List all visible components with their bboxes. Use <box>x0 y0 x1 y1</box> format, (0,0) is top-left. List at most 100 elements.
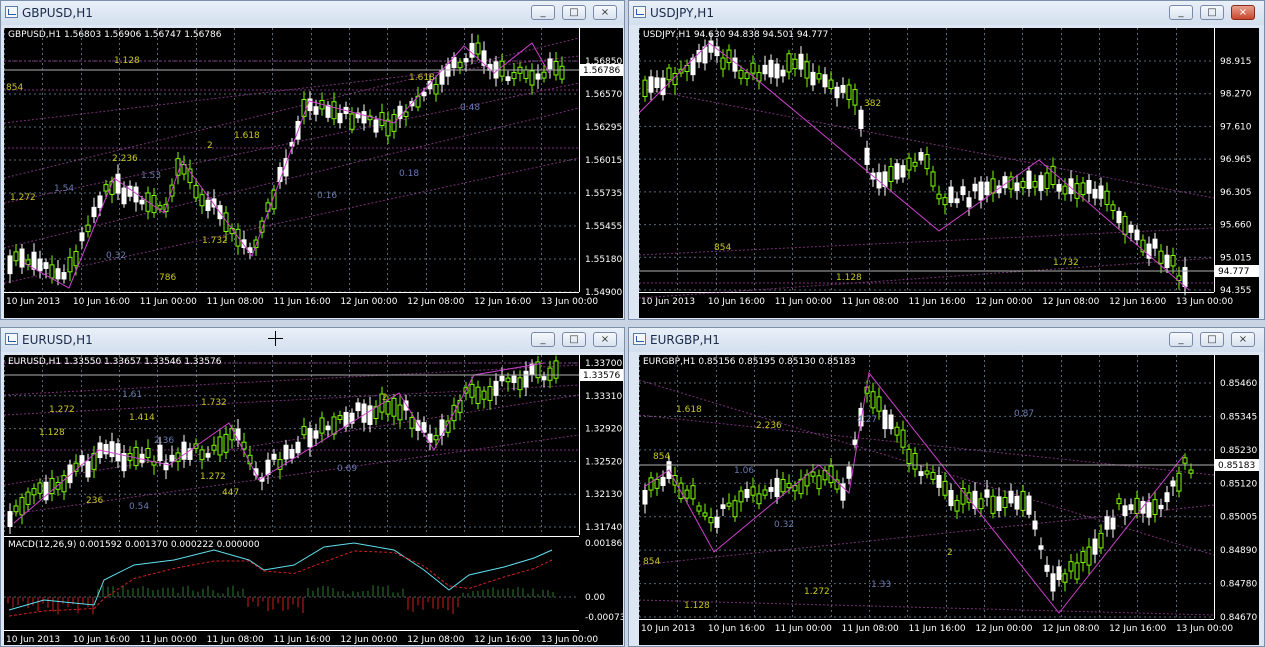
candle-body <box>541 376 547 381</box>
candle-body <box>1110 517 1116 530</box>
candle-body <box>726 49 732 64</box>
candle-body <box>894 426 900 436</box>
chart-area-gbpusd[interactable]: 1.56850 1.56570 1.56295 1.56015 1.55735 1.554… <box>4 28 623 318</box>
candle-body <box>61 475 67 493</box>
window-eurusd[interactable]: EURUSD,H1 _ □ × 1.33700 1.33310 1.32920 1.3… <box>0 327 625 647</box>
close-button[interactable]: × <box>1231 5 1255 20</box>
candle-body <box>936 474 942 488</box>
time-scale-label: 10 Jun 2013 <box>6 297 60 307</box>
candle-body <box>121 187 127 205</box>
candle-body <box>103 443 109 455</box>
time-scale-label: 11 Jun 16:00 <box>273 297 330 307</box>
candle-body <box>864 147 870 165</box>
candle-body <box>19 497 25 516</box>
current-price-label: 1.56786 <box>583 66 620 76</box>
crosshair-cursor-icon <box>268 331 283 346</box>
candle-body <box>559 65 565 80</box>
close-button[interactable]: × <box>593 332 617 347</box>
maximize-button[interactable]: □ <box>1200 332 1224 347</box>
candle-body <box>924 154 930 170</box>
maximize-button[interactable]: □ <box>562 5 586 20</box>
window-usdjpy[interactable]: USDJPY,H1 _ □ × 98.915 98.270 97.610 96.965… <box>628 0 1265 320</box>
candle-body <box>960 186 966 196</box>
candle-body <box>529 363 535 376</box>
price-scale-label: 1.32920 <box>585 425 622 435</box>
candle-body <box>355 402 361 412</box>
candle-body <box>349 113 355 130</box>
fibonacci-label: 854 <box>653 452 670 462</box>
close-button[interactable]: × <box>1231 332 1255 347</box>
minimize-button[interactable]: _ <box>1169 332 1193 347</box>
candle-body <box>714 516 720 528</box>
close-button[interactable]: × <box>593 5 617 20</box>
window-gbpusd[interactable]: GBPUSD,H1 _ □ × 1.56850 1.56570 1.56295 1.5… <box>0 0 625 320</box>
candle-body <box>499 375 505 382</box>
candle-body <box>954 198 960 204</box>
candle-body <box>13 251 19 262</box>
fibonacci-label: 1.128 <box>836 273 862 283</box>
candle-body <box>157 205 163 210</box>
time-scale-label: 13 Jun 00:00 <box>1176 297 1233 307</box>
candle-body <box>1026 170 1032 189</box>
macd-scale-label: 0.001863 <box>585 539 623 549</box>
candle-body <box>840 84 846 93</box>
candle-body <box>151 194 157 214</box>
chart-area-eurgbp[interactable]: 0.85460 0.85345 0.85230 0.85120 0.85005 0.848… <box>639 355 1259 645</box>
candle-body <box>325 104 331 118</box>
price-scale-label: 94.355 <box>1220 286 1252 296</box>
minimize-button[interactable]: _ <box>1169 5 1193 20</box>
fibonacci-label: 854 <box>643 557 660 567</box>
candle-body <box>894 163 900 180</box>
minimize-button[interactable]: _ <box>531 332 555 347</box>
titlebar-eurgbp[interactable]: EURGBP,H1 _ □ × <box>629 328 1264 352</box>
titlebar-gbpusd[interactable]: GBPUSD,H1 _ □ × <box>1 1 624 25</box>
candle-body <box>535 73 541 80</box>
candle-body <box>654 478 660 489</box>
candle-body <box>966 197 972 208</box>
candle-body <box>1170 480 1176 487</box>
candle-body <box>936 193 942 200</box>
candle-body <box>1032 181 1038 188</box>
candle-body <box>660 476 666 487</box>
candle-body <box>139 453 145 463</box>
fibonacci-label-secondary: 0.69 <box>337 464 357 474</box>
fibonacci-label: 1.272 <box>200 472 226 482</box>
candle-body <box>1170 255 1176 267</box>
candle-body <box>79 232 85 242</box>
titlebar-usdjpy[interactable]: USDJPY,H1 _ □ × <box>629 1 1264 25</box>
time-scale-label: 12 Jun 00:00 <box>975 624 1032 634</box>
candle-body <box>25 491 31 505</box>
candle-body <box>846 466 852 479</box>
candle-body <box>1062 573 1068 583</box>
fibonacci-label: 1.732 <box>202 236 228 246</box>
chart-area-usdjpy[interactable]: 98.915 98.270 97.610 96.965 96.305 95.660 95.0… <box>639 28 1259 318</box>
maximize-button[interactable]: □ <box>1200 5 1224 20</box>
window-eurgbp[interactable]: EURGBP,H1 _ □ × 0.85460 0.85345 0.85230 0.8… <box>628 327 1265 647</box>
titlebar-eurusd[interactable]: EURUSD,H1 _ □ × <box>1 328 624 352</box>
candle-body <box>720 504 726 509</box>
candle-body <box>373 119 379 133</box>
candle-body <box>1008 490 1014 504</box>
candle-body <box>463 58 469 63</box>
fibonacci-label: 854 <box>714 243 731 253</box>
candle-body <box>295 441 301 454</box>
candle-body <box>996 496 1002 511</box>
maximize-button[interactable]: □ <box>562 332 586 347</box>
candle-body <box>1152 238 1158 249</box>
candle-body <box>768 59 774 78</box>
time-scale-label: 10 Jun 2013 <box>6 635 60 645</box>
candle-body <box>265 459 271 475</box>
candle-body <box>942 197 948 206</box>
candle-body <box>391 397 397 417</box>
time-scale-label: 11 Jun 08:00 <box>842 624 899 634</box>
minimize-button[interactable]: _ <box>531 5 555 20</box>
fibonacci-level-line <box>639 504 1215 566</box>
price-scale-label: 95.660 <box>1220 221 1252 231</box>
price-scale-label: 95.015 <box>1220 253 1252 263</box>
current-price-label: 1.33576 <box>583 371 620 381</box>
candle-body <box>978 181 984 201</box>
chart-area-eurusd[interactable]: 1.33700 1.33310 1.32920 1.32520 1.32130 1.317… <box>4 355 623 645</box>
candle-body <box>762 489 768 496</box>
candle-body <box>696 505 702 512</box>
candle-body <box>283 444 289 460</box>
